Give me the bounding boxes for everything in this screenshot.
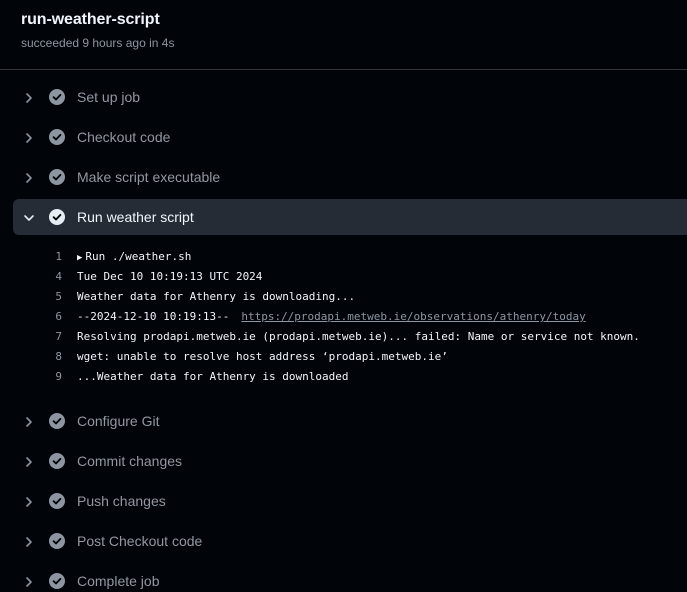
log-line-text: --2024-12-10 10:19:13-- bbox=[77, 310, 230, 323]
step-label: Run weather script bbox=[77, 209, 194, 225]
log-line: 1 ▶ Run ./weather.sh bbox=[0, 247, 687, 267]
log-line: 6 --2024-12-10 10:19:13-- https://prodapi.… bbox=[0, 307, 687, 327]
check-circle-icon bbox=[49, 573, 65, 589]
log-line-text: Resolving prodapi.metweb.ie (prodapi.met… bbox=[77, 330, 640, 343]
step-checkout-code[interactable]: Checkout code bbox=[0, 117, 687, 157]
log-line-text: Weather data for Athenry is downloading.… bbox=[77, 290, 356, 303]
step-run-weather-script[interactable]: Run weather script bbox=[13, 199, 687, 235]
log-line-text: Tue Dec 10 10:19:13 UTC 2024 bbox=[77, 270, 263, 283]
log-line-content: Resolving prodapi.metweb.ie (prodapi.met… bbox=[77, 330, 640, 343]
log-line: 7 Resolving prodapi.metweb.ie (prodapi.me… bbox=[0, 327, 687, 347]
log-line-content: Weather data for Athenry is downloading.… bbox=[77, 290, 355, 303]
chevron-right-icon bbox=[23, 455, 35, 467]
step-label: Make script executable bbox=[77, 169, 221, 185]
check-circle-icon bbox=[49, 413, 65, 429]
chevron-right-icon bbox=[23, 495, 35, 507]
step-label: Post Checkout code bbox=[77, 533, 203, 549]
log-link[interactable]: https://prodapi.metweb.ie/observations/a… bbox=[241, 310, 585, 323]
check-circle-icon bbox=[49, 169, 65, 185]
step-label: Set up job bbox=[77, 89, 141, 105]
log-line-text: ...Weather data for Athenry is downloade… bbox=[77, 370, 349, 383]
check-circle-icon bbox=[49, 533, 65, 549]
check-circle-icon bbox=[49, 209, 65, 225]
log-line-number[interactable]: 8 bbox=[38, 350, 62, 363]
step-set-up-job[interactable]: Set up job bbox=[0, 77, 687, 117]
step-post-checkout-code[interactable]: Post Checkout code bbox=[0, 521, 687, 561]
step-label: Push changes bbox=[77, 493, 166, 509]
step-log-output: 1 ▶ Run ./weather.sh 4 Tue Dec 10 10:19:13 U… bbox=[0, 237, 687, 401]
chevron-right-icon bbox=[23, 91, 35, 103]
log-line-number[interactable]: 5 bbox=[38, 290, 62, 303]
log-line-number[interactable]: 6 bbox=[38, 310, 62, 323]
step-label: Checkout code bbox=[77, 129, 171, 145]
step-label: Complete job bbox=[77, 573, 160, 589]
step-push-changes[interactable]: Push changes bbox=[0, 481, 687, 521]
chevron-right-icon bbox=[23, 535, 35, 547]
job-header: run-weather-script succeeded 9 hours ago… bbox=[0, 0, 687, 70]
log-line-number[interactable]: 9 bbox=[38, 370, 62, 383]
log-line-number[interactable]: 4 bbox=[38, 270, 62, 283]
log-line-content: ▶ Run ./weather.sh bbox=[77, 250, 191, 263]
step-configure-git[interactable]: Configure Git bbox=[0, 401, 687, 441]
log-line-content: wget: unable to resolve host address ‘pr… bbox=[77, 350, 448, 363]
step-label: Commit changes bbox=[77, 453, 183, 469]
check-circle-icon bbox=[49, 493, 65, 509]
job-steps-list: Set up job Checkout code Make script execu… bbox=[0, 77, 687, 592]
log-line-number[interactable]: 7 bbox=[38, 330, 62, 343]
log-line-content: ...Weather data for Athenry is downloade… bbox=[77, 370, 349, 383]
check-circle-icon bbox=[49, 129, 65, 145]
job-title: run-weather-script bbox=[21, 11, 160, 28]
chevron-right-icon bbox=[23, 171, 35, 183]
log-line-content: Tue Dec 10 10:19:13 UTC 2024 bbox=[77, 270, 262, 283]
log-line: 5 Weather data for Athenry is downloading… bbox=[0, 287, 687, 307]
log-line-text: Run ./weather.sh bbox=[85, 250, 192, 263]
log-line-content: --2024-12-10 10:19:13-- https://prodapi.m… bbox=[77, 310, 586, 323]
log-line-number[interactable]: 1 bbox=[38, 250, 62, 263]
check-circle-icon bbox=[49, 89, 65, 105]
chevron-right-icon bbox=[23, 575, 35, 587]
step-commit-changes[interactable]: Commit changes bbox=[0, 441, 687, 481]
step-label: Configure Git bbox=[77, 413, 160, 429]
chevron-down-icon bbox=[23, 211, 35, 223]
chevron-right-icon bbox=[23, 415, 35, 427]
chevron-right-icon bbox=[23, 131, 35, 143]
step-complete-job[interactable]: Complete job bbox=[0, 561, 687, 592]
log-line: 8 wget: unable to resolve host address ‘p… bbox=[0, 347, 687, 367]
triangle-right-icon[interactable]: ▶ bbox=[77, 253, 82, 263]
log-line: 4 Tue Dec 10 10:19:13 UTC 2024 bbox=[0, 267, 687, 287]
log-line-text: wget: unable to resolve host address ‘pr… bbox=[77, 350, 448, 363]
check-circle-icon bbox=[49, 453, 65, 469]
step-make-script-executable[interactable]: Make script executable bbox=[0, 157, 687, 197]
job-status-subtitle: succeeded 9 hours ago in 4s bbox=[21, 36, 175, 50]
log-line: 9 ...Weather data for Athenry is download… bbox=[0, 367, 687, 387]
